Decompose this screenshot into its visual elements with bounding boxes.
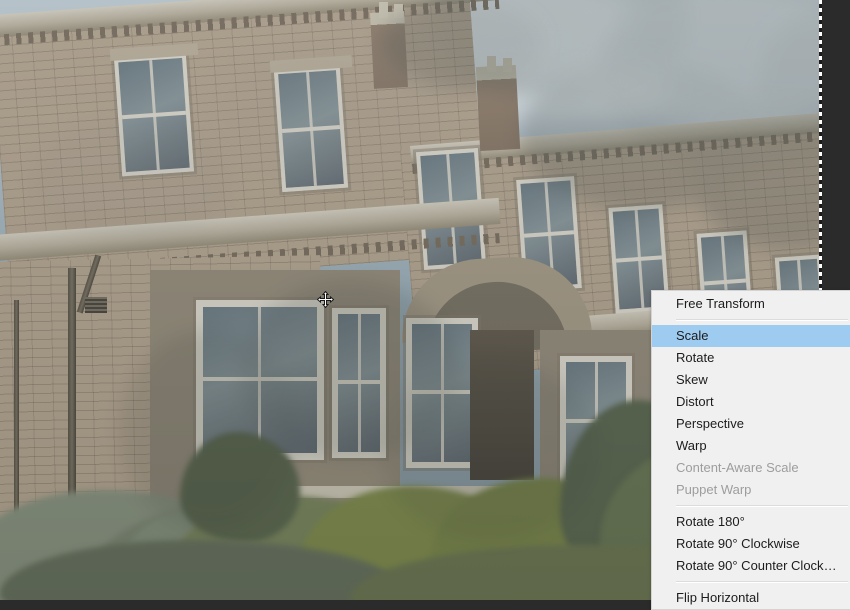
menu-item-perspective[interactable]: Perspective bbox=[652, 413, 850, 435]
bay-window bbox=[332, 308, 386, 458]
menu-item-scale[interactable]: Scale bbox=[652, 325, 850, 347]
menu-item-warp[interactable]: Warp bbox=[652, 435, 850, 457]
bay-window bbox=[406, 318, 478, 468]
menu-item-flip-horizontal[interactable]: Flip Horizontal bbox=[652, 587, 850, 609]
menu-item-distort[interactable]: Distort bbox=[652, 391, 850, 413]
sash-window bbox=[273, 65, 349, 193]
chimney-pot bbox=[394, 4, 403, 18]
menu-separator bbox=[676, 581, 848, 583]
menu-separator bbox=[676, 319, 848, 321]
menu-item-rotate-90-counter-clockwise[interactable]: Rotate 90° Counter Clockwise bbox=[652, 555, 850, 577]
chimney bbox=[370, 11, 408, 89]
menu-item-rotate-180[interactable]: Rotate 180° bbox=[652, 511, 850, 533]
front-door bbox=[470, 330, 534, 480]
menu-item-skew[interactable]: Skew bbox=[652, 369, 850, 391]
chimney bbox=[475, 65, 521, 151]
chimney-pot bbox=[503, 58, 512, 72]
chimney-pot bbox=[379, 2, 388, 18]
menu-item-puppet-warp: Puppet Warp bbox=[676, 482, 752, 497]
menu-separator bbox=[676, 505, 848, 507]
transform-context-menu[interactable]: Free Transform Scale Rotate Skew Distort Pers… bbox=[651, 290, 850, 610]
menu-item-content-aware-scale: Content-Aware Scale bbox=[676, 460, 799, 475]
air-brick-vent bbox=[85, 297, 107, 313]
menu-item-rotate-90-clockwise[interactable]: Rotate 90° Clockwise bbox=[652, 533, 850, 555]
sash-window bbox=[113, 53, 195, 177]
menu-item-rotate[interactable]: Rotate bbox=[652, 347, 850, 369]
chimney-pot bbox=[487, 56, 496, 72]
menu-item-free-transform[interactable]: Free Transform bbox=[652, 293, 850, 315]
